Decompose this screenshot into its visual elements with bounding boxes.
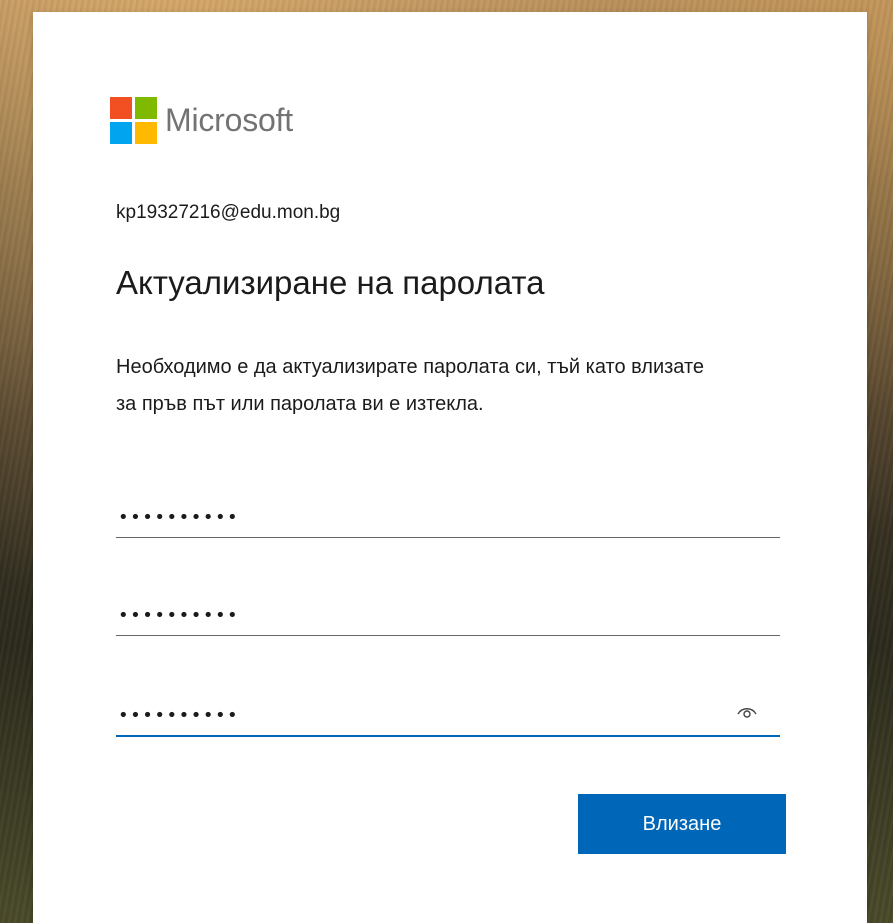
confirm-password-value[interactable]: ••••••••••: [118, 705, 239, 726]
sign-in-button[interactable]: Влизане: [578, 794, 786, 854]
logo-square-red: [110, 97, 132, 119]
eye-icon[interactable]: [736, 705, 758, 719]
microsoft-logo-icon: [110, 97, 157, 144]
microsoft-logo: Microsoft: [110, 97, 293, 144]
logo-square-yellow: [135, 122, 157, 144]
confirm-password-field[interactable]: ••••••••••: [116, 685, 780, 737]
current-password-value[interactable]: ••••••••••: [118, 507, 239, 528]
new-password-field[interactable]: ••••••••••: [116, 585, 780, 636]
logo-square-green: [135, 97, 157, 119]
current-password-field[interactable]: ••••••••••: [116, 487, 780, 538]
logo-square-blue: [110, 122, 132, 144]
logo-text: Microsoft: [165, 102, 293, 138]
page-title: Актуализиране на паролата: [116, 264, 545, 301]
new-password-value[interactable]: ••••••••••: [118, 605, 239, 626]
page-description: Необходимо е да актуализирате паролата с…: [116, 356, 705, 415]
update-password-card: Microsoft kp19327216@edu.mon.bg Актуализ…: [33, 12, 867, 923]
account-identity: kp19327216@edu.mon.bg: [116, 202, 341, 223]
